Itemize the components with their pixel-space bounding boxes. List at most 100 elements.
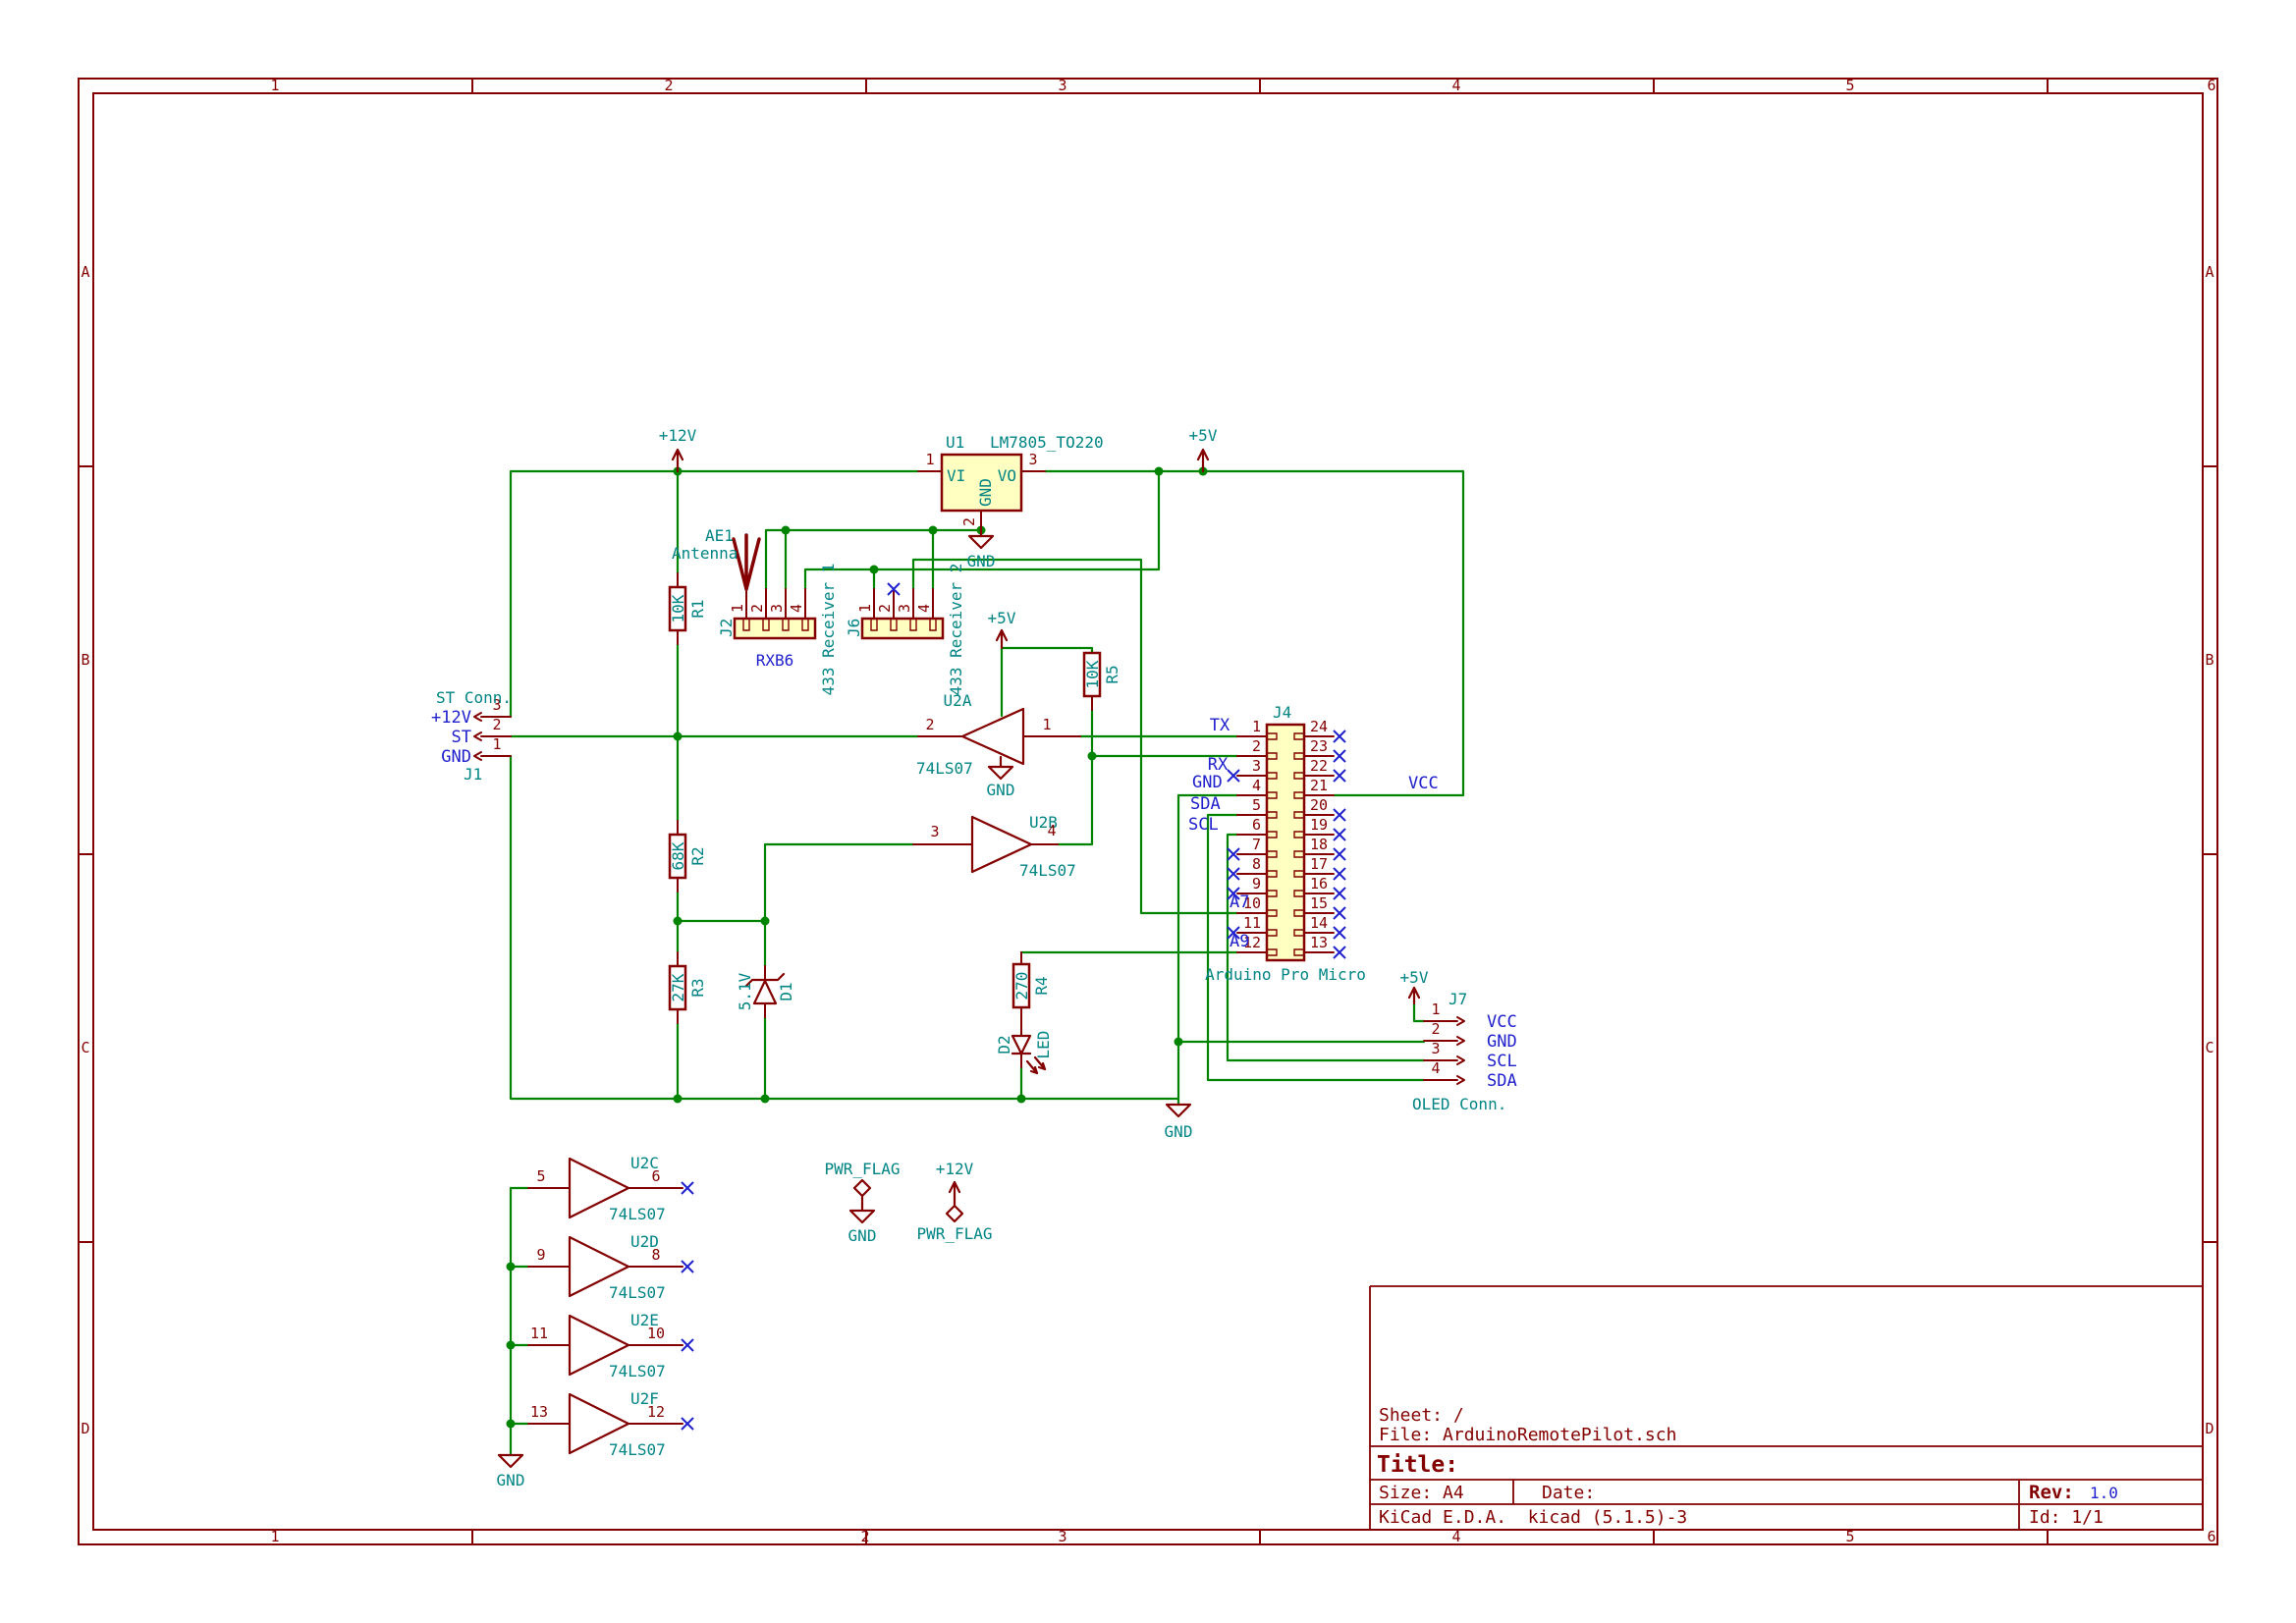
component-u2e-buffer[interactable]: U2E 74LS07 11 10 (527, 1311, 683, 1380)
power-symbol-p5v-rail[interactable]: +5V (1189, 426, 1218, 473)
u2a-value: 74LS07 (916, 759, 973, 778)
component-u2c-buffer[interactable]: U2C 74LS07 5 6 (527, 1154, 683, 1223)
r2-ref: R2 (688, 846, 707, 865)
j4-pin: 6 (1252, 816, 1261, 834)
component-r1[interactable]: 10K R1 (668, 572, 707, 645)
component-u1-regulator[interactable]: U1 LM7805_TO220 VI VO GND 1 3 2 (917, 433, 1104, 531)
j4-pin: 1 (1252, 718, 1261, 735)
j2-pin-3: 3 (768, 604, 786, 613)
j4-pin: 5 (1252, 796, 1261, 814)
j1-ref: J1 (464, 765, 482, 784)
component-u2b-buffer[interactable]: U2B 74LS07 3 4 (912, 813, 1076, 880)
j4-pin: 24 (1310, 718, 1328, 735)
u2f-pin-out: 12 (647, 1403, 665, 1421)
power-symbol-p12v-rail[interactable]: +12V (659, 426, 697, 473)
r4-ref: R4 (1032, 976, 1051, 995)
pwr-flag-label: PWR_FLAG (824, 1160, 900, 1178)
j4-pin: 20 (1310, 796, 1328, 814)
j4-pin: 8 (1252, 855, 1261, 873)
u2b-pin-in: 3 (930, 823, 939, 840)
component-r2[interactable]: 68K R2 (668, 820, 707, 893)
titleblock-rev-value: 1.0 (2090, 1484, 2118, 1502)
frame-col: 6 (2207, 1528, 2215, 1545)
frame-row: B (81, 651, 89, 669)
j4-pin: 23 (1310, 737, 1328, 755)
titleblock-id: Id: 1/1 (2029, 1507, 2104, 1528)
r2-value: 68K (669, 841, 687, 870)
component-d2-led[interactable]: D2 LED (995, 1031, 1053, 1075)
j1-pin-1: 1 (492, 735, 501, 753)
j4-pin: 15 (1310, 894, 1328, 912)
kicad-schematic-page: 1 2 3 4 5 6 1 2 3 4 5 6 A B C D A B C D … (0, 0, 2296, 1623)
p5v-label: +5V (988, 609, 1016, 627)
gnd-label: GND (1165, 1122, 1193, 1141)
r4-value: 270 (1012, 972, 1031, 1001)
j4-pin: 14 (1310, 914, 1328, 932)
titleblock-rev-label: Rev: (2029, 1482, 2074, 1503)
j4-pin: 4 (1252, 777, 1261, 794)
component-u2f-buffer[interactable]: U2F 74LS07 13 12 (527, 1389, 683, 1459)
net-label-scl: SCL (1188, 815, 1219, 835)
u2f-value: 74LS07 (609, 1440, 666, 1459)
net-label-rx: RX (1208, 755, 1229, 775)
sheet-frame: 1 2 3 4 5 6 1 2 3 4 5 6 A B C D A B C D (78, 77, 2218, 1545)
component-j7-oled-conn[interactable]: 1 2 3 4 VCC GND SCL SDA J7 OLED Conn. (1412, 990, 1517, 1113)
j4-pin: 19 (1310, 816, 1328, 834)
pwr-flag-p12v[interactable]: +12V PWR_FLAG (916, 1160, 992, 1243)
power-symbol-gnd-gates[interactable]: GND (497, 1453, 525, 1489)
r5-ref: R5 (1103, 665, 1121, 683)
power-symbol-gnd-u2a[interactable]: GND (987, 755, 1015, 799)
j2-value: RXB6 (756, 651, 794, 670)
pwr-flag-gnd[interactable]: PWR_FLAG GND (824, 1160, 900, 1245)
r3-value: 27K (669, 973, 687, 1001)
pwr-flag-label: PWR_FLAG (916, 1224, 992, 1243)
d1-value: 5.1V (736, 972, 754, 1010)
component-j2-receiver1[interactable]: 1 2 3 4 J2 RXB6 433 Receiver 1 (717, 564, 838, 696)
component-r5[interactable]: 10K R5 (1082, 651, 1121, 711)
frame-col: 1 (270, 1528, 279, 1545)
component-j6-receiver2[interactable]: 1 2 3 4 J6 433 Receiver 2 (845, 564, 965, 696)
p12v-label: +12V (659, 426, 697, 445)
net-label-tx: TX (1210, 716, 1230, 735)
power-symbol-gnd-u1[interactable]: GND (967, 528, 996, 570)
u1-pin-vi: VI (947, 466, 965, 485)
r1-ref: R1 (688, 599, 707, 618)
component-d1-zener[interactable]: 5.1V D1 (736, 965, 795, 1018)
titleblock-file: File: ArduinoRemotePilot.sch (1379, 1425, 1676, 1445)
component-r3[interactable]: 27K R3 (668, 951, 707, 1024)
frame-row: D (81, 1420, 89, 1437)
power-symbol-p5v-u2a[interactable]: +5V (988, 609, 1016, 650)
j4-pin: 2 (1252, 737, 1261, 755)
component-ae1-antenna[interactable]: AE1 Antenna (672, 526, 761, 591)
d2-ref: D2 (995, 1035, 1013, 1054)
power-symbol-p5v-j7[interactable]: +5V (1400, 968, 1429, 1005)
frame-col: 4 (1451, 1528, 1460, 1545)
titleblock-date-label: Date: (1542, 1483, 1595, 1503)
frame-col: 5 (1845, 1528, 1854, 1545)
power-symbol-gnd-main[interactable]: GND (1165, 1103, 1193, 1141)
j6-pin-1: 1 (856, 604, 874, 613)
j4-pin: 3 (1252, 757, 1261, 775)
j4-pin: 13 (1310, 934, 1328, 951)
frame-col: 4 (1451, 77, 1460, 94)
j1-net-12v: +12V (431, 708, 471, 728)
schematic-canvas[interactable]: 1 2 3 4 5 6 1 2 3 4 5 6 A B C D A B C D … (0, 0, 2296, 1623)
u1-ref: U1 (946, 433, 964, 452)
gnd-label: GND (497, 1471, 525, 1489)
component-u2a-buffer[interactable]: U2A 74LS07 2 1 (916, 691, 1081, 778)
j2-ref: J2 (717, 619, 736, 637)
u1-pin-1: 1 (925, 451, 934, 468)
j1-pin-2: 2 (492, 716, 501, 733)
component-r4[interactable]: 270 R4 (1011, 951, 1051, 1037)
title-block: Sheet: / File: ArduinoRemotePilot.sch Ti… (1369, 1285, 2203, 1530)
j6-pin-3: 3 (896, 604, 913, 613)
u2c-pin-in: 5 (536, 1167, 545, 1185)
ae1-value: Antenna (672, 544, 738, 563)
net-label-vcc: VCC (1408, 774, 1439, 793)
j6-pin-2: 2 (876, 604, 894, 613)
j7-net-gnd: GND (1487, 1032, 1517, 1052)
component-j1-st-conn[interactable]: 3 2 1 +12V ST GND ST Conn. J1 (431, 688, 512, 784)
u1-pin-2: 2 (960, 517, 978, 526)
component-u2d-buffer[interactable]: U2D 74LS07 9 8 (527, 1232, 683, 1302)
j1-net-st: ST (452, 728, 471, 747)
